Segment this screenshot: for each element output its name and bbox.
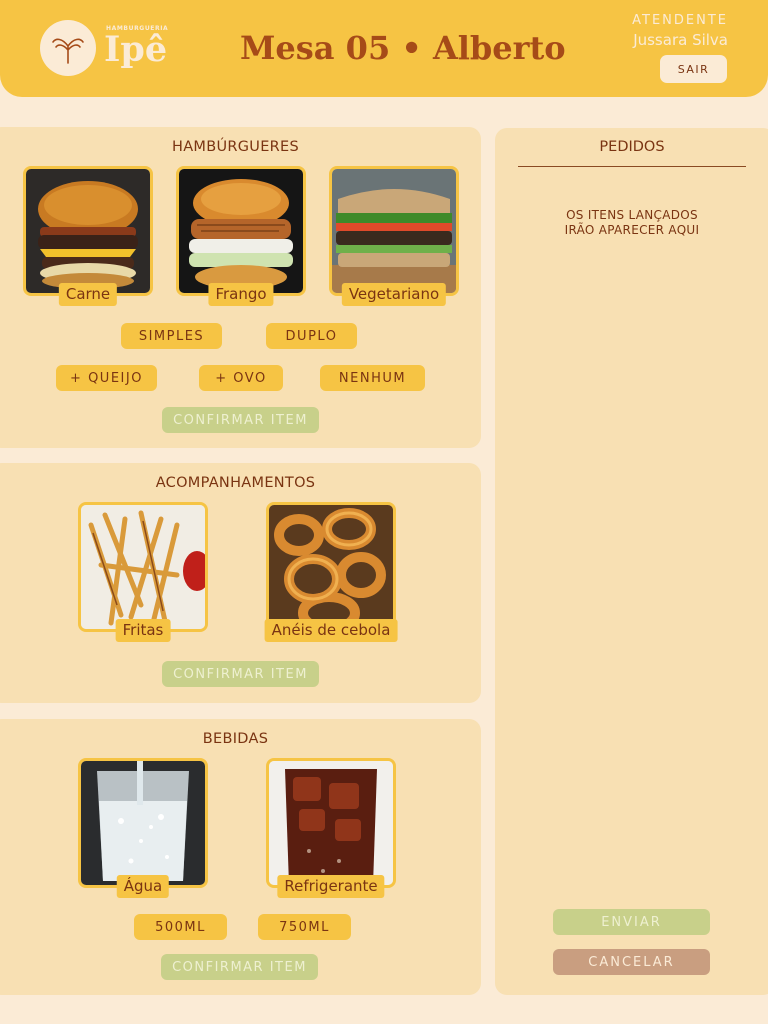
beef-burger-image	[23, 166, 153, 296]
confirm-burger-button[interactable]: CONFIRMAR ITEM	[162, 407, 319, 433]
confirm-drinks-button[interactable]: CONFIRMAR ITEM	[161, 954, 318, 980]
orders-empty-message: OS ITENS LANÇADOS IRÃO APARECER AQUI	[518, 208, 746, 238]
burger-item-vegetariano[interactable]: Vegetariano	[329, 166, 459, 306]
burger-label-carne: Carne	[58, 283, 118, 306]
burgers-section: HAMBÚRGUERES Carne Frango Vegetariano SI…	[0, 127, 481, 448]
size-simples-button[interactable]: SIMPLES	[121, 323, 222, 349]
drinks-title: BEBIDAS	[202, 731, 269, 747]
attendant-name: Jussara Silva	[633, 31, 728, 49]
sides-title: ACOMPANHAMENTOS	[155, 475, 316, 491]
logo-icon	[40, 20, 96, 76]
drinks-section: BEBIDAS Água Refrigerante 500ML 750ML CO…	[0, 719, 481, 995]
soda-glass-image	[266, 758, 396, 888]
fries-image	[78, 502, 208, 632]
table-title: Mesa 05 • Alberto	[240, 29, 566, 67]
orders-title: PEDIDOS	[599, 139, 665, 155]
orders-empty-line-1: OS ITENS LANÇADOS	[566, 208, 698, 222]
burger-label-frango: Frango	[208, 283, 274, 306]
drink-label-refrigerante: Refrigerante	[277, 875, 385, 898]
attendant-label: ATENDENTE	[632, 13, 728, 28]
app-header: HAMBURGUERIA Ipê Mesa 05 • Alberto ATEND…	[0, 0, 768, 97]
size-duplo-button[interactable]: DUPLO	[266, 323, 357, 349]
size-500ml-button[interactable]: 500ML	[134, 914, 227, 940]
extra-ovo-button[interactable]: + OVO	[199, 365, 283, 391]
side-item-aneis[interactable]: Anéis de cebola	[264, 502, 398, 642]
burger-item-carne[interactable]: Carne	[23, 166, 153, 306]
drink-item-refrigerante[interactable]: Refrigerante	[266, 758, 396, 898]
size-750ml-button[interactable]: 750ML	[258, 914, 351, 940]
send-order-button[interactable]: ENVIAR	[553, 909, 710, 935]
drink-label-agua: Água	[116, 875, 170, 898]
sides-section: ACOMPANHAMENTOS Fritas Anéis de cebola C…	[0, 463, 481, 703]
side-label-aneis: Anéis de cebola	[264, 619, 398, 642]
burger-item-frango[interactable]: Frango	[176, 166, 306, 306]
side-label-fritas: Fritas	[115, 619, 171, 642]
confirm-sides-button[interactable]: CONFIRMAR ITEM	[162, 661, 319, 687]
chicken-burger-image	[176, 166, 306, 296]
orders-panel: PEDIDOS OS ITENS LANÇADOS IRÃO APARECER …	[495, 128, 768, 995]
cancel-order-button[interactable]: CANCELAR	[553, 949, 710, 975]
drink-item-agua[interactable]: Água	[78, 758, 208, 898]
water-glass-image	[78, 758, 208, 888]
extra-nenhum-button[interactable]: NENHUM	[320, 365, 425, 391]
orders-divider	[518, 166, 746, 167]
burgers-title: HAMBÚRGUERES	[171, 139, 300, 155]
side-item-fritas[interactable]: Fritas	[78, 502, 208, 642]
onion-rings-image	[266, 502, 396, 632]
veggie-sandwich-image	[329, 166, 459, 296]
orders-empty-line-2: IRÃO APARECER AQUI	[564, 223, 700, 237]
logout-button[interactable]: SAIR	[660, 55, 727, 83]
extra-queijo-button[interactable]: + QUEIJO	[56, 365, 157, 391]
burger-label-vegetariano: Vegetariano	[341, 283, 447, 306]
logo-wordmark: Ipê	[104, 29, 168, 70]
